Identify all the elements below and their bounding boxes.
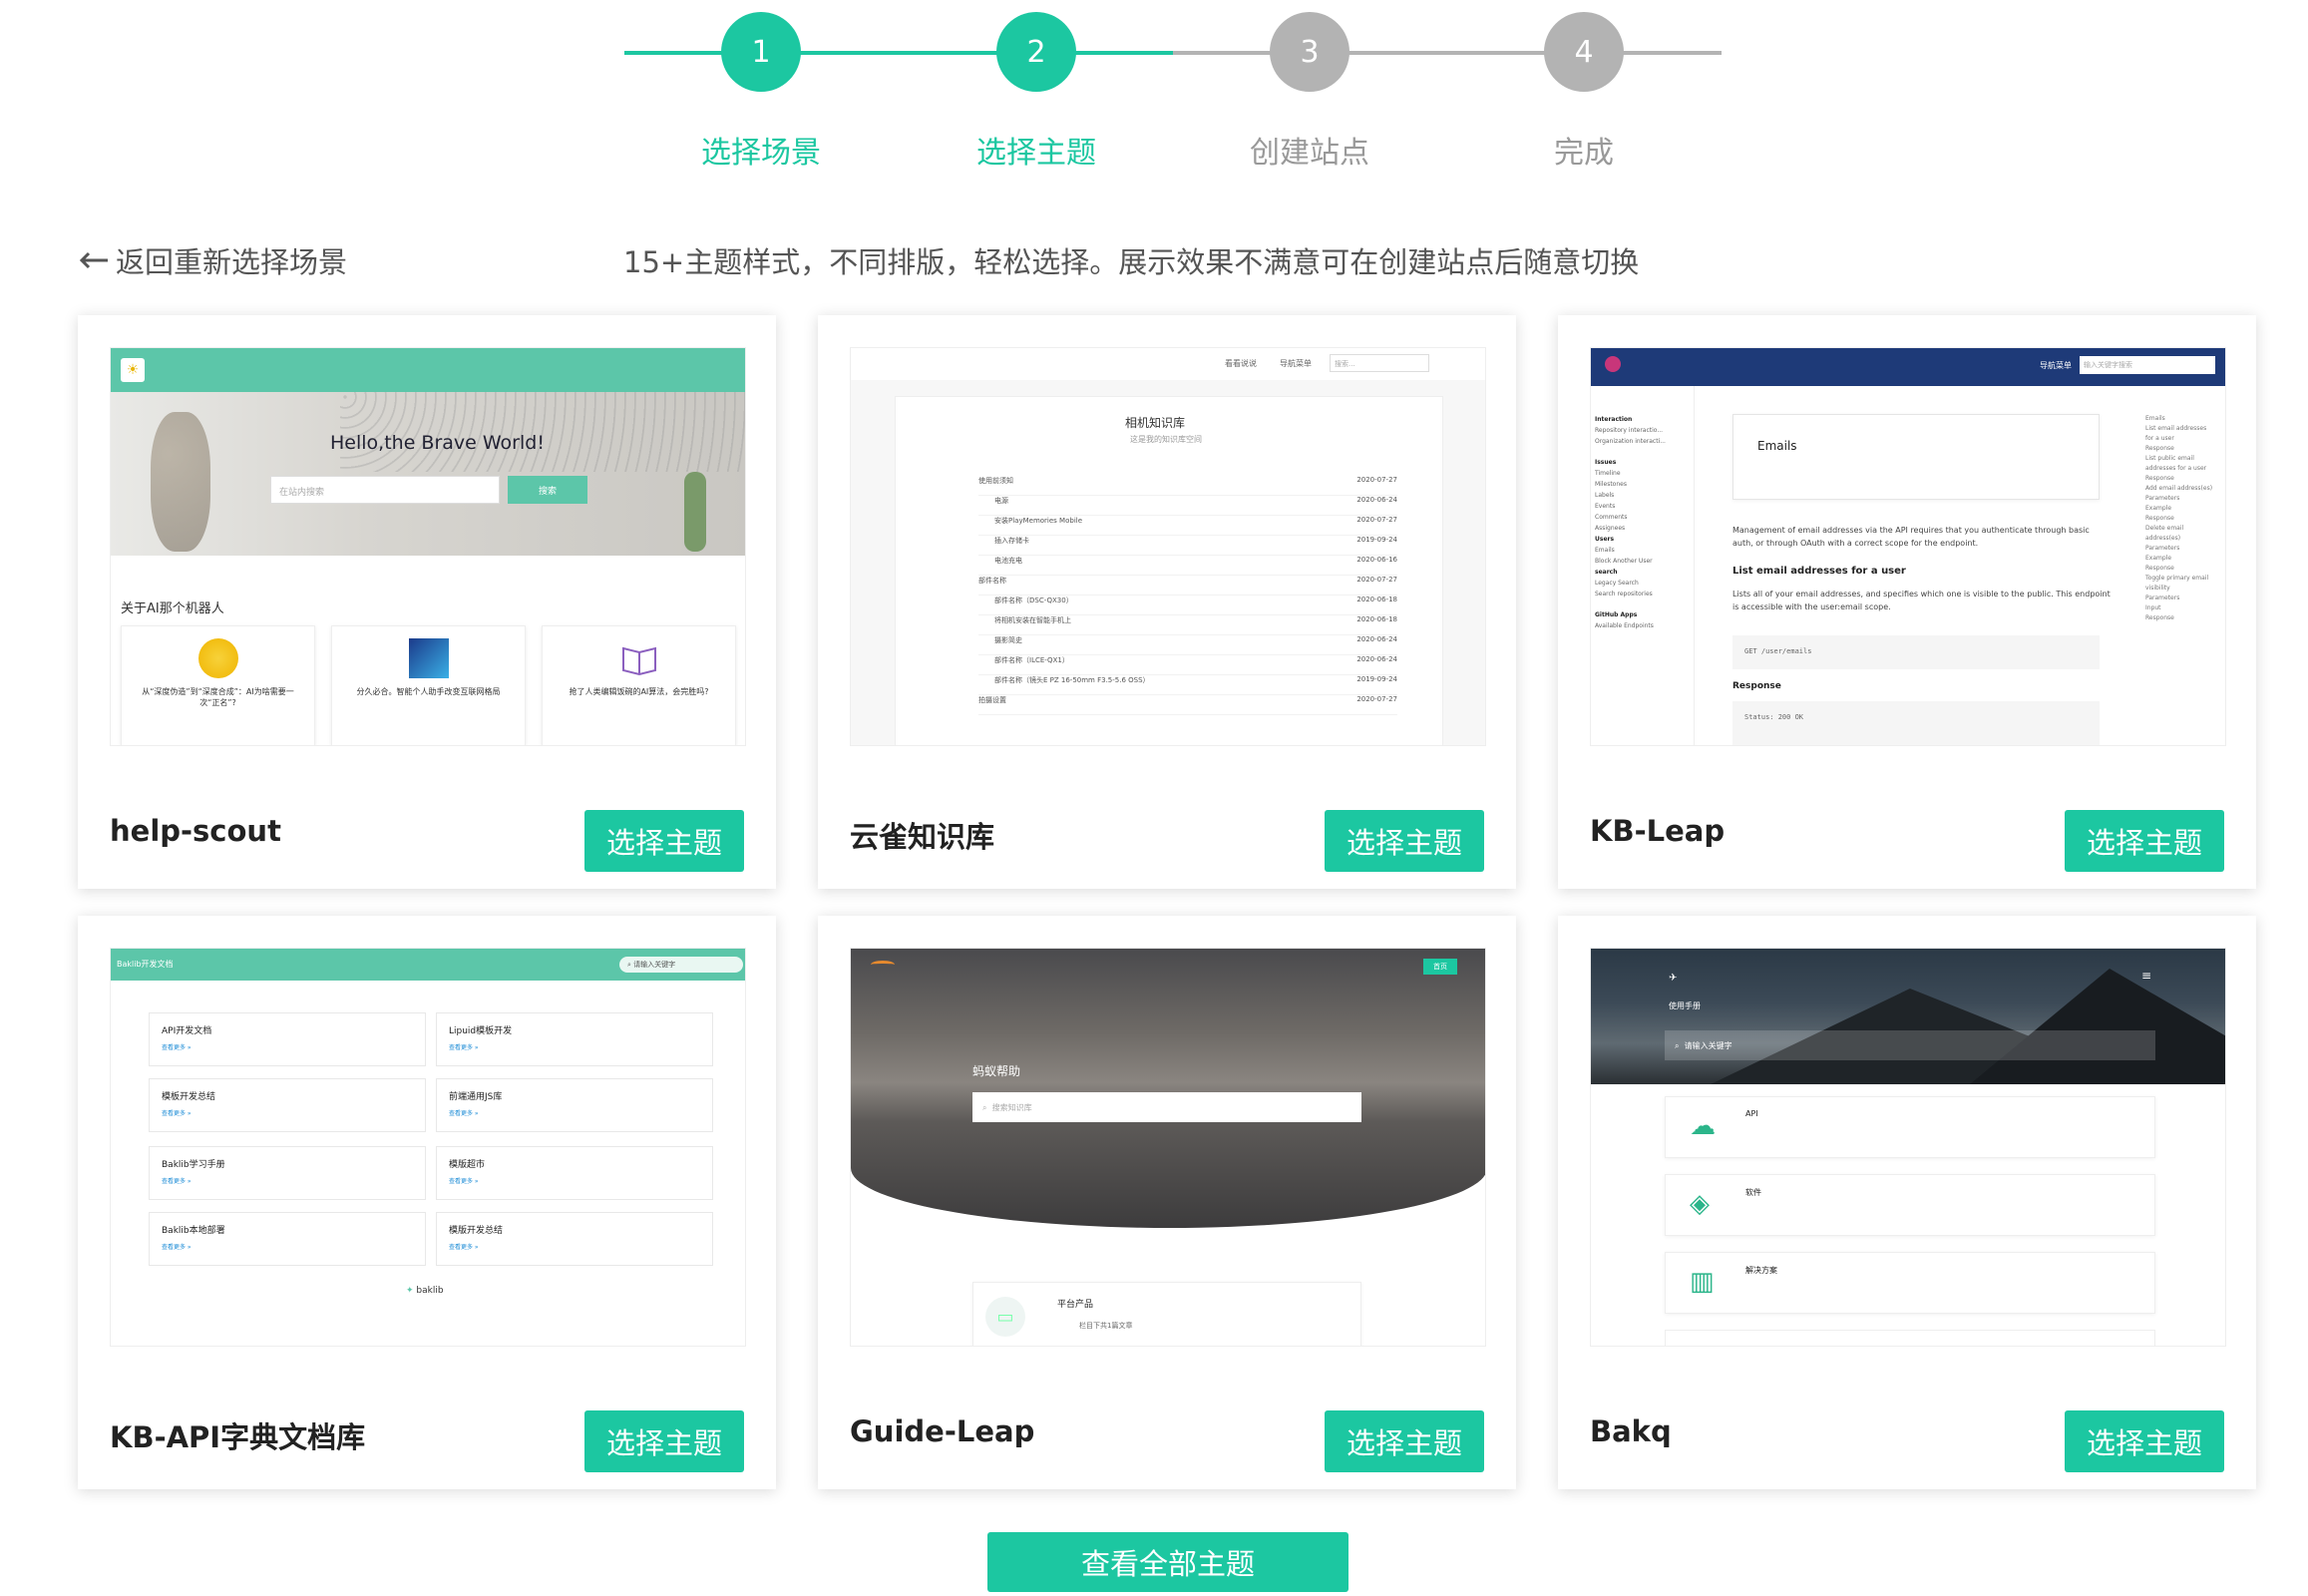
hero-image (111, 392, 745, 556)
step-2-label: 选择主题 (976, 136, 1096, 171)
logo: ✈ (1669, 973, 1678, 984)
select-theme-button[interactable]: 选择主题 (1325, 810, 1484, 872)
map-icon: ▥ (1690, 1267, 1715, 1297)
theme-preview: 看看说说 导航菜单 搜索... 相机知识库 这是我的知识库空间 使用前须知 202… (850, 347, 1486, 746)
select-theme-button[interactable]: 选择主题 (1325, 1410, 1484, 1472)
kb-subtitle: 这是我的知识库空间 (1130, 435, 1202, 444)
theme-card-kb-api: Baklib开发文档 ⌕ 请输入关键字 API开发文档 查看更多 » Lipuid… (78, 916, 776, 1489)
back-to-scene-link[interactable]: 返回重新选择场景 (78, 239, 347, 281)
category-card[interactable]: ◈ 软件 (1665, 1174, 2155, 1236)
code-block: Status: 200 OK (1732, 701, 2100, 745)
article-card: 抢了人类编辑饭碗的AI算法，会完胜吗? (542, 625, 736, 745)
footer-logo: ✦ baklib (406, 1286, 444, 1296)
step-2-circle: 2 (996, 12, 1076, 92)
theme-name: KB-API字典文档库 (110, 1420, 366, 1454)
hero-image (1591, 949, 2225, 1084)
article-card: 从“深度伪造”到“深度合成”：AI为啥需要一次“正名”? (121, 625, 315, 745)
category-card[interactable] (1665, 1330, 2155, 1346)
article-card: 分久必合。智能个人助手改变互联网格局 (331, 625, 526, 745)
theme-name: KB-Leap (1590, 814, 1726, 848)
step-4-circle: 4 (1544, 12, 1624, 92)
network-icon (408, 638, 449, 678)
step-line-2 (1173, 51, 1722, 55)
page-subtitle: 15+主题样式，不同排版，轻松选择。展示效果不满意可在创建站点后随意切换 (623, 245, 1640, 279)
progress-stepper: 1 2 3 4 选择场景 选择主题 创建站点 完成 (0, 0, 2308, 180)
hero-search-input[interactable]: ⌕ 请输入关键字 (1665, 1030, 2155, 1060)
theme-card-help-scout: ☀ Hello,the Brave World! 在站内搜索 搜索 关于AI那个… (78, 315, 776, 889)
theme-preview: 首页 蚂蚁帮助 ⌕ 搜索知识库 ▭ 平台产品 栏目下共1篇文章 (850, 948, 1486, 1347)
hero-title: Hello,the Brave World! (330, 432, 545, 454)
folder-icon: ▭ (985, 1297, 1025, 1337)
step-1-label: 选择场景 (701, 136, 821, 171)
logo (1605, 356, 1621, 372)
theme-preview: ☀ Hello,the Brave World! 在站内搜索 搜索 关于AI那个… (110, 347, 746, 746)
theme-preview: ✈ ≡ 使用手册 ⌕ 请输入关键字 ☁ API ◈ 软件 ▥ 解决方案 (1590, 948, 2226, 1347)
theme-card-kb-leap: 导航菜单 输入关键字搜索 Interaction Repository inte… (1558, 315, 2256, 889)
category-card[interactable]: ▥ 解决方案 (1665, 1252, 2155, 1314)
hero-search-input[interactable]: 在站内搜索 (270, 476, 500, 504)
book-icon (621, 646, 656, 676)
preview-search-input[interactable]: ⌕ 请输入关键字 (619, 957, 743, 973)
sun-icon (197, 638, 238, 678)
step-1-circle: 1 (721, 12, 801, 92)
theme-name: 云雀知识库 (850, 820, 995, 854)
category-card[interactable]: ☁ API (1665, 1096, 2155, 1158)
home-button[interactable]: 首页 (1423, 959, 1457, 975)
logo (871, 961, 895, 969)
select-theme-button[interactable]: 选择主题 (2065, 1410, 2224, 1472)
step-3-circle: 3 (1270, 12, 1349, 92)
logo: ☀ (121, 358, 145, 382)
kb-title: 相机知识库 (1125, 416, 1186, 430)
theme-card-guide-leap: 首页 蚂蚁帮助 ⌕ 搜索知识库 ▭ 平台产品 栏目下共1篇文章 Guide-Le… (818, 916, 1516, 1489)
hero-search-input[interactable]: ⌕ 搜索知识库 (972, 1092, 1361, 1122)
hero-title: 蚂蚁帮助 (972, 1064, 1021, 1078)
preview-header (111, 348, 745, 392)
hero-image (851, 949, 1485, 1228)
step-3-label: 创建站点 (1250, 136, 1369, 171)
emails-box: Emails (1732, 414, 2100, 500)
select-theme-button[interactable]: 选择主题 (2065, 810, 2224, 872)
theme-card-yunque: 看看说说 导航菜单 搜索... 相机知识库 这是我的知识库空间 使用前须知 202… (818, 315, 1516, 889)
tag-icon: ◈ (1690, 1189, 1710, 1219)
hero-title: 使用手册 (1669, 1001, 1701, 1010)
menu-icon[interactable]: ≡ (2141, 969, 2151, 983)
back-link-label: 返回重新选择场景 (116, 245, 348, 279)
hero-search-button[interactable]: 搜索 (508, 476, 587, 504)
theme-name: Bakq (1590, 1414, 1672, 1448)
code-block: GET /user/emails (1732, 635, 2100, 669)
preview-search-input[interactable]: 输入关键字搜索 (2080, 356, 2215, 374)
category-card[interactable]: ▭ 平台产品 栏目下共1篇文章 (972, 1282, 1361, 1346)
arrow-left-icon (79, 251, 108, 269)
theme-preview: 导航菜单 输入关键字搜索 Interaction Repository inte… (1590, 347, 2226, 746)
cloud-download-icon: ☁ (1690, 1111, 1716, 1141)
step-line-1 (624, 51, 1173, 55)
preview-sidebar: Interaction Repository interactio... Orga… (1591, 386, 1695, 745)
view-all-themes-button[interactable]: 查看全部主题 (987, 1532, 1348, 1592)
preview-search-input[interactable]: 搜索... (1330, 354, 1429, 372)
theme-name: help-scout (110, 814, 281, 848)
step-4-label: 完成 (1554, 136, 1614, 171)
select-theme-button[interactable]: 选择主题 (584, 1410, 744, 1472)
select-theme-button[interactable]: 选择主题 (584, 810, 744, 872)
section-title: 关于AI那个机器人 (121, 601, 224, 616)
theme-card-bakq: ✈ ≡ 使用手册 ⌕ 请输入关键字 ☁ API ◈ 软件 ▥ 解决方案 Bakq… (1558, 916, 2256, 1489)
doc-list: 使用前须知 2020-07-27 电源 2020-06-24 安装PlayMemor… (978, 476, 1397, 715)
theme-name: Guide-Leap (850, 1414, 1035, 1448)
theme-preview: Baklib开发文档 ⌕ 请输入关键字 API开发文档 查看更多 » Lipuid… (110, 948, 746, 1347)
toc: Emails List email addresses for a user Res… (2145, 415, 2213, 621)
